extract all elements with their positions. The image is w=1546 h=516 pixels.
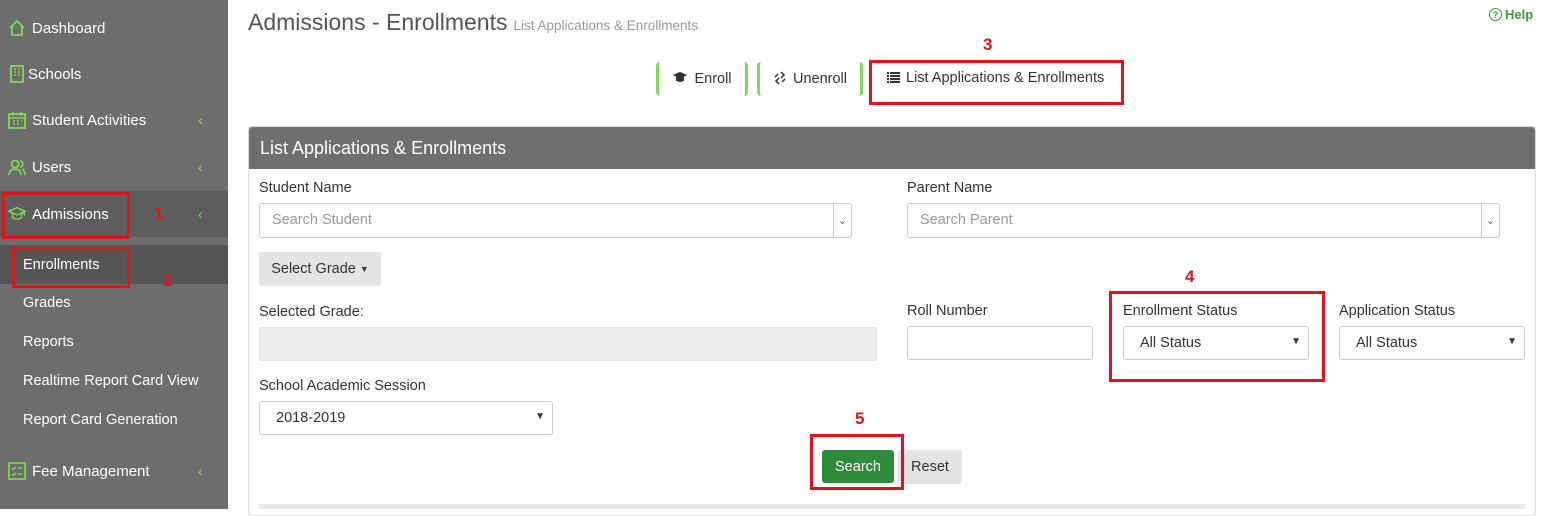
sidebar-item-label: Fee Management bbox=[32, 462, 150, 480]
sidebar-item-student-activities[interactable]: Student Activities ‹ bbox=[0, 97, 228, 143]
reset-button[interactable]: Reset bbox=[898, 450, 962, 484]
tab-list-applications[interactable]: List Applications & Enrollments bbox=[873, 64, 1121, 92]
annotation-number-3: 3 bbox=[983, 35, 993, 54]
submenu-item-grades[interactable]: Grades bbox=[0, 283, 228, 322]
list-icon bbox=[887, 70, 900, 86]
enrollment-status-value: All Status bbox=[1140, 335, 1202, 351]
page-title-text: Admissions - Enrollments bbox=[248, 9, 508, 35]
unlink-icon bbox=[773, 70, 787, 88]
caret-down-icon: ▼ bbox=[359, 264, 369, 274]
annotation-number-4: 4 bbox=[1185, 267, 1195, 286]
page-subtitle: List Applications & Enrollments bbox=[513, 18, 699, 33]
graduation-cap-icon bbox=[672, 71, 688, 87]
tab-label: Unenroll bbox=[793, 71, 847, 87]
application-status-label: Application Status bbox=[1339, 303, 1456, 319]
list-check-icon bbox=[8, 462, 26, 480]
calendar-icon bbox=[8, 111, 26, 129]
chevron-left-icon: ‹ bbox=[198, 112, 203, 128]
help-icon: ? bbox=[1489, 8, 1502, 21]
admissions-submenu: Enrollments Grades Reports Realtime Repo… bbox=[0, 240, 228, 448]
caret-down-icon: ▼ bbox=[535, 411, 545, 422]
chevron-left-icon: ‹ bbox=[198, 206, 203, 222]
roll-number-input[interactable] bbox=[907, 326, 1093, 360]
tab-unenroll[interactable]: Unenroll bbox=[757, 62, 863, 96]
selected-grade-field bbox=[259, 327, 877, 361]
sidebar-item-users[interactable]: Users ‹ bbox=[0, 144, 228, 190]
selected-grade-label: Selected Grade: bbox=[259, 304, 364, 320]
sidebar-item-label: Admissions bbox=[32, 205, 109, 223]
chevron-down-icon[interactable]: ⌄ bbox=[833, 204, 851, 237]
sidebar-item-label: Schools bbox=[28, 65, 82, 83]
student-search-combo[interactable]: Search Student ⌄ bbox=[259, 203, 852, 238]
submenu-item-realtime-report-card[interactable]: Realtime Report Card View bbox=[0, 361, 228, 400]
search-button[interactable]: Search bbox=[822, 450, 894, 483]
home-icon bbox=[8, 19, 26, 37]
panel-title: List Applications & Enrollments bbox=[249, 127, 1535, 169]
sidebar-item-schools[interactable]: Schools bbox=[0, 51, 228, 97]
sidebar-item-label: Dashboard bbox=[32, 19, 106, 37]
help-label: Help bbox=[1505, 7, 1534, 22]
select-grade-button[interactable]: Select Grade ▼ bbox=[259, 252, 381, 286]
caret-down-icon: ▼ bbox=[1507, 336, 1517, 347]
graduation-cap-icon bbox=[8, 205, 26, 223]
student-name-label: Student Name bbox=[259, 180, 352, 196]
session-value: 2018-2019 bbox=[276, 410, 346, 426]
annotation-number-2: 2 bbox=[163, 271, 173, 290]
results-table-header bbox=[259, 504, 1525, 509]
caret-down-icon: ▼ bbox=[1291, 336, 1301, 347]
parent-search-placeholder: Search Parent bbox=[920, 212, 1013, 228]
annotation-number-5: 5 bbox=[855, 409, 865, 428]
select-grade-label: Select Grade bbox=[271, 261, 356, 277]
help-link[interactable]: ? Help bbox=[1489, 7, 1533, 22]
student-search-placeholder: Search Student bbox=[272, 212, 372, 228]
page-title: Admissions - Enrollments List Application… bbox=[248, 9, 698, 36]
submenu-item-enrollments[interactable]: Enrollments bbox=[0, 245, 228, 284]
building-icon bbox=[8, 65, 26, 83]
enrollment-status-label: Enrollment Status bbox=[1123, 303, 1238, 319]
parent-name-label: Parent Name bbox=[907, 180, 993, 196]
session-label: School Academic Session bbox=[259, 378, 426, 394]
roll-number-label: Roll Number bbox=[907, 303, 988, 319]
submenu-item-reports[interactable]: Reports bbox=[0, 322, 228, 361]
annotation-number-1: 1 bbox=[154, 204, 164, 223]
tab-label: Enroll bbox=[694, 71, 732, 87]
tab-label: List Applications & Enrollments bbox=[906, 70, 1105, 86]
chevron-down-icon[interactable]: ⌄ bbox=[1481, 204, 1499, 237]
session-select[interactable]: 2018-2019 ▼ bbox=[259, 401, 553, 435]
application-status-select[interactable]: All Status ▼ bbox=[1339, 326, 1525, 360]
enrollment-status-select[interactable]: All Status ▼ bbox=[1123, 326, 1309, 360]
sidebar-item-label: Student Activities bbox=[32, 111, 147, 129]
tab-enroll[interactable]: Enroll bbox=[656, 62, 748, 96]
users-icon bbox=[8, 158, 26, 176]
sidebar: Dashboard Schools Student Activities ‹ U… bbox=[0, 0, 228, 509]
chevron-left-icon: ‹ bbox=[198, 463, 203, 479]
sidebar-item-admissions[interactable]: Admissions ‹ bbox=[0, 191, 228, 237]
application-status-value: All Status bbox=[1356, 335, 1418, 351]
sidebar-item-label: Users bbox=[32, 158, 72, 176]
chevron-left-icon: ‹ bbox=[198, 159, 203, 175]
parent-search-combo[interactable]: Search Parent ⌄ bbox=[907, 203, 1500, 238]
sidebar-item-dashboard[interactable]: Dashboard bbox=[0, 5, 228, 51]
submenu-item-report-card-generation[interactable]: Report Card Generation bbox=[0, 400, 228, 439]
sidebar-item-fee-management[interactable]: Fee Management ‹ bbox=[0, 448, 228, 494]
